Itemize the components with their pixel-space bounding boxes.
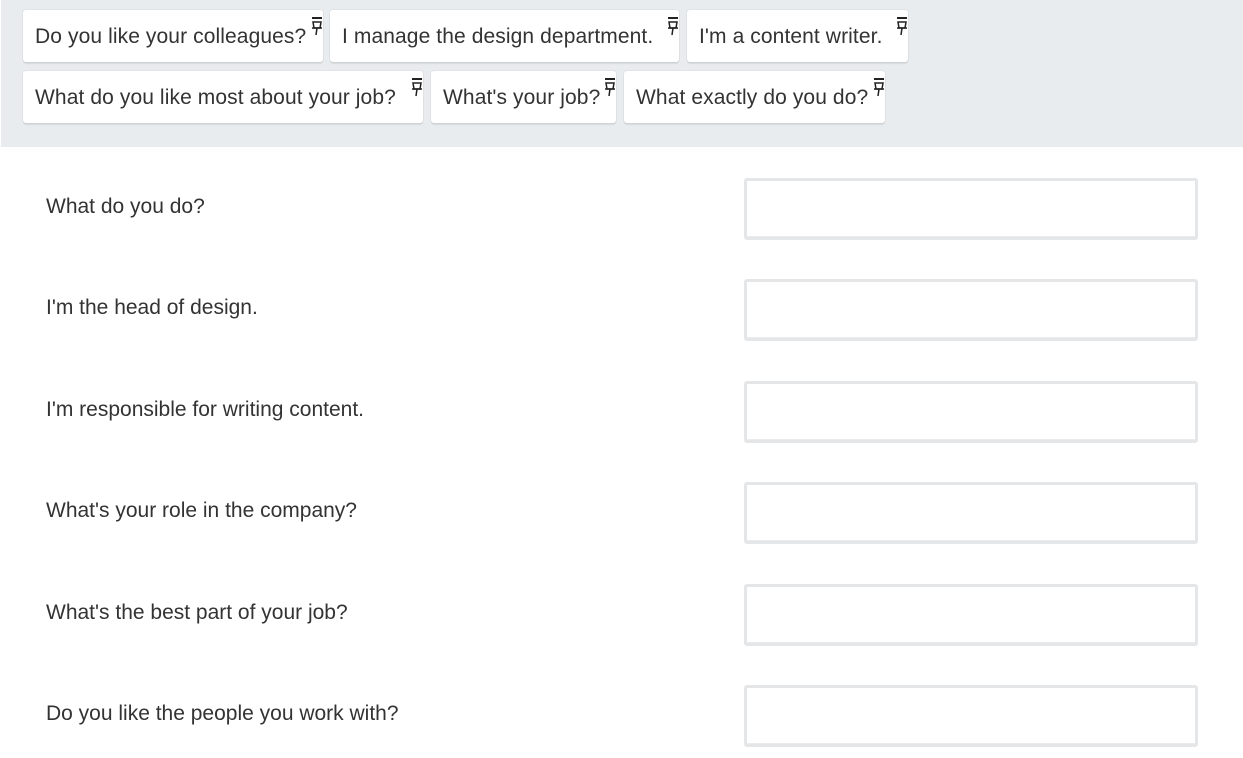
chip-label: What's your job? <box>443 86 601 109</box>
answer-dropzone[interactable] <box>744 482 1198 544</box>
pin-icon <box>897 17 907 36</box>
answer-dropzone[interactable] <box>744 178 1198 240</box>
pin-icon <box>312 17 322 36</box>
answer-dropzone[interactable] <box>744 685 1198 747</box>
prompt-text: Do you like the people you work with? <box>46 702 399 725</box>
draggable-answer-chip[interactable]: Do you like your colleagues? <box>23 10 323 62</box>
chip-label: I manage the design department. <box>342 25 654 48</box>
chip-label: What do you like most about your job? <box>35 86 396 109</box>
prompt-text: What's your role in the company? <box>46 499 357 522</box>
pin-icon <box>412 78 422 97</box>
prompt-text: I'm the head of design. <box>46 296 258 319</box>
pin-icon <box>605 78 615 97</box>
draggable-answer-chip[interactable]: I manage the design department. <box>330 10 679 62</box>
draggable-answer-chip[interactable]: I'm a content writer. <box>687 10 908 62</box>
chip-label: I'm a content writer. <box>699 25 883 48</box>
draggable-answer-chip[interactable]: What do you like most about your job? <box>23 71 423 123</box>
pin-icon <box>668 17 678 36</box>
pin-icon <box>874 78 884 97</box>
answer-dropzone[interactable] <box>744 279 1198 341</box>
answer-dropzone[interactable] <box>744 584 1198 646</box>
draggable-answer-chip[interactable]: What's your job? <box>431 71 616 123</box>
draggable-answer-chip[interactable]: What exactly do you do? <box>624 71 885 123</box>
chip-label: Do you like your colleagues? <box>35 25 307 48</box>
prompt-text: What's the best part of your job? <box>46 601 348 624</box>
prompt-text: I'm responsible for writing content. <box>46 398 364 421</box>
prompt-text: What do you do? <box>46 195 205 218</box>
answer-dropzone[interactable] <box>744 381 1198 443</box>
chip-label: What exactly do you do? <box>636 86 869 109</box>
